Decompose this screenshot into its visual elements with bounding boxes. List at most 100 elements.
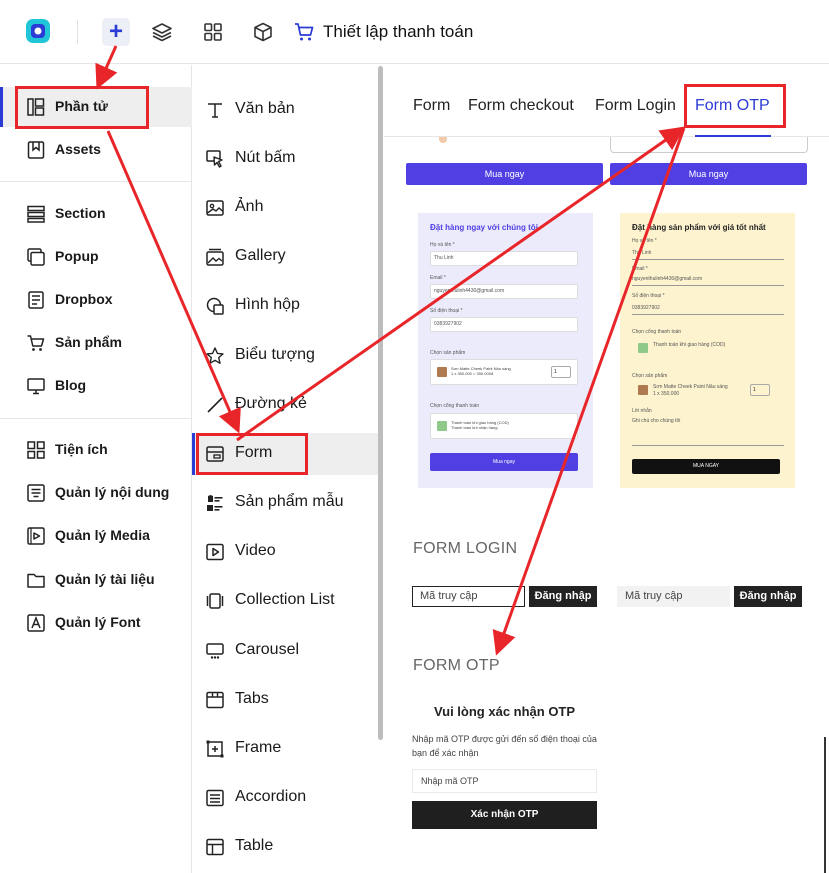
element-item-label: Collection List xyxy=(235,591,335,608)
form-otp-heading: FORM OTP xyxy=(413,657,500,674)
email-field[interactable]: nguyenthulinh4430@gmail.com xyxy=(632,276,702,282)
sidebar-item-label: Blog xyxy=(55,377,87,393)
element-item-label: Video xyxy=(235,542,276,559)
email-field[interactable]: nguyenthulinh4430@gmail.com xyxy=(430,284,578,299)
otp-title: Vui lòng xác nhận OTP xyxy=(433,704,576,719)
quantity-stepper[interactable]: 1 xyxy=(551,366,571,378)
otp-description: Nhập mã OTP được gửi đến số điện thoại c… xyxy=(412,734,597,758)
sidebar-item-content-manager[interactable]: Quản lý nội dung xyxy=(0,473,192,513)
element-item-video[interactable]: Video xyxy=(192,531,380,573)
field-label: Chọn cổng thanh toán xyxy=(632,329,682,335)
element-item-text[interactable]: Văn bản xyxy=(192,89,380,131)
submit-button[interactable]: Mua ngay xyxy=(430,453,578,471)
field-label: Chọn sản phẩm xyxy=(430,350,466,356)
topbar-divider xyxy=(77,20,78,44)
cart-icon xyxy=(27,335,45,351)
element-item-shape[interactable]: Hình hộp xyxy=(192,285,380,327)
sidebar-item-dropbox[interactable]: Dropbox xyxy=(0,280,192,320)
box-icon[interactable] xyxy=(252,21,274,43)
image-icon xyxy=(206,200,224,216)
name-field[interactable]: Thu Linh xyxy=(430,251,578,266)
sidebar-item-blog[interactable]: Blog xyxy=(0,366,192,406)
add-element-button[interactable]: + xyxy=(102,18,130,46)
sidebar-item-popup[interactable]: Popup xyxy=(0,237,192,277)
submit-button[interactable]: MUA NGAY xyxy=(632,459,780,474)
cart-icon[interactable] xyxy=(293,21,315,43)
grid-icon[interactable] xyxy=(202,21,224,43)
element-item-label: Ảnh xyxy=(235,198,264,215)
sidebar-item-label: Popup xyxy=(55,248,99,264)
checkout-form-card-purple[interactable]: Đặt hàng ngay với chúng tôi Họ và tên * … xyxy=(418,213,593,488)
buy-now-button[interactable]: Mua ngay xyxy=(610,163,807,185)
partial-thumbnail xyxy=(439,137,447,143)
folder-icon xyxy=(27,573,45,588)
product-name: Sơn Matte Cheek Paint Nâu sáng xyxy=(653,384,728,390)
element-item-gallery[interactable]: Gallery xyxy=(192,236,380,278)
sidebar-item-section[interactable]: Section xyxy=(0,194,192,234)
element-item-carousel[interactable]: Carousel xyxy=(192,630,380,672)
product-select[interactable]: Sơn Matte Cheek Paint Nâu sáng 1 x 350.00… xyxy=(430,359,578,385)
element-item-frame[interactable]: Frame xyxy=(192,728,380,770)
name-field[interactable]: Thu Linh xyxy=(632,250,651,256)
product-name: Sơn Matte Cheek Paint Nâu sáng 1 x 350.00… xyxy=(451,366,546,376)
highlight-form-item xyxy=(196,433,308,475)
content-icon xyxy=(27,484,45,502)
payment-thumbnail xyxy=(437,421,447,431)
phone-field[interactable]: 0383927902 xyxy=(430,317,578,332)
page-title[interactable]: Thiết lập thanh toán xyxy=(323,22,473,42)
access-code-input[interactable]: Mã truy cập xyxy=(412,586,525,607)
input-underline xyxy=(632,259,784,260)
element-item-line[interactable]: Đường kẻ xyxy=(192,384,380,426)
element-item-accordion[interactable]: Accordion xyxy=(192,777,380,819)
login-button[interactable]: Đăng nhập xyxy=(734,586,802,607)
gallery-icon xyxy=(206,248,224,266)
element-item-product-sample[interactable]: Sản phẩm mẫu xyxy=(192,482,380,524)
input-underline xyxy=(632,285,784,286)
product-price: 1 x 350.000 = 350.000đ xyxy=(451,371,494,376)
tab-form[interactable]: Form xyxy=(413,97,450,115)
sidebar-divider xyxy=(0,418,192,419)
element-item-image[interactable]: Ảnh xyxy=(192,187,380,229)
dropbox-icon xyxy=(28,291,44,309)
video-icon xyxy=(206,543,224,561)
note-textarea[interactable]: Ghi chú cho chúng tôi xyxy=(632,418,680,424)
checkout-form-card-yellow[interactable]: Đặt hàng sản phẩm với giá tốt nhất Họ và… xyxy=(620,213,795,488)
app-logo-icon[interactable] xyxy=(24,17,52,45)
element-item-label: Gallery xyxy=(235,247,286,264)
confirm-otp-button[interactable]: Xác nhận OTP xyxy=(412,801,597,829)
element-item-collection-list[interactable]: Collection List xyxy=(192,580,380,622)
element-item-label: Table xyxy=(235,837,274,854)
element-item-tabs[interactable]: Tabs xyxy=(192,679,380,721)
sidebar-item-label: Quản lý tài liệu xyxy=(55,571,155,587)
card-title: Đặt hàng ngay với chúng tôi xyxy=(430,223,538,232)
element-item-icon[interactable]: Biểu tượng xyxy=(192,335,380,377)
element-panel-scrollbar[interactable] xyxy=(378,66,383,740)
sidebar-item-font-manager[interactable]: Quản lý Font xyxy=(0,603,192,643)
element-item-table[interactable]: Table xyxy=(192,826,380,868)
access-code-input[interactable]: Mã truy cập xyxy=(617,586,730,607)
star-icon xyxy=(206,347,224,364)
element-item-button[interactable]: Nút bấm xyxy=(192,138,380,180)
element-item-label: Nút bấm xyxy=(235,149,296,166)
payment-option[interactable]: Thanh toán khi giao hàng (COD) xyxy=(653,342,725,348)
otp-input[interactable]: Nhập mã OTP xyxy=(412,769,597,793)
field-label: Số điện thoại * xyxy=(632,293,665,299)
collection-icon xyxy=(206,593,224,609)
buy-now-button[interactable]: Mua ngay xyxy=(406,163,603,185)
sidebar-item-assets[interactable]: Assets xyxy=(0,130,192,170)
sidebar-item-label: Dropbox xyxy=(55,291,113,307)
sidebar-item-label: Quản lý Font xyxy=(55,614,141,630)
tab-form-checkout[interactable]: Form checkout xyxy=(468,97,574,115)
layers-icon[interactable] xyxy=(151,21,173,43)
payment-option[interactable]: Thanh toán khi giao hàng (COD) Thanh toán… xyxy=(430,413,578,439)
sidebar-item-label: Quản lý Media xyxy=(55,527,150,543)
quantity-stepper[interactable]: 1 xyxy=(750,384,770,396)
element-item-label: Accordion xyxy=(235,788,307,805)
sidebar-item-utilities[interactable]: Tiện ích xyxy=(0,430,192,470)
sidebar-item-media-manager[interactable]: Quản lý Media xyxy=(0,516,192,556)
sidebar-item-products[interactable]: Sản phẩm xyxy=(0,323,192,363)
phone-field[interactable]: 0383927902 xyxy=(632,305,660,311)
tab-form-login[interactable]: Form Login xyxy=(595,97,676,115)
sidebar-item-document-manager[interactable]: Quản lý tài liệu xyxy=(0,560,192,600)
login-button[interactable]: Đăng nhập xyxy=(529,586,597,607)
